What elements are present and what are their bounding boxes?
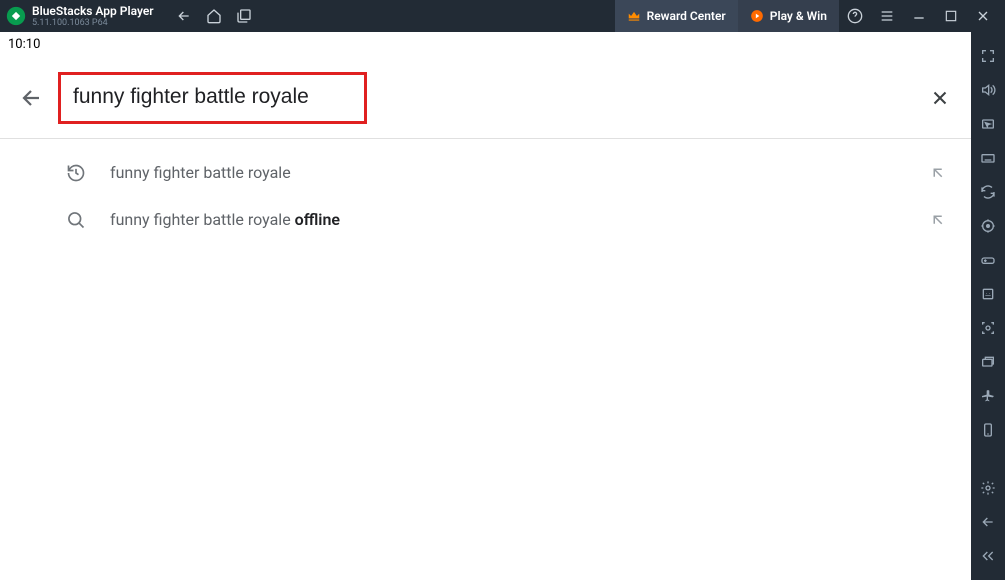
- keyboard-icon[interactable]: [971, 142, 1005, 174]
- statusbar-time: 10:10: [8, 37, 40, 52]
- android-statusbar: 10:10: [0, 32, 971, 56]
- search-icon: [66, 210, 86, 230]
- nav-home-icon[interactable]: [206, 8, 222, 24]
- maximize-icon[interactable]: [935, 0, 967, 32]
- airplane-icon[interactable]: [971, 380, 1005, 412]
- search-suggestions: funny fighter battle royale funny fighte…: [0, 139, 971, 253]
- nav-back-icon[interactable]: [176, 8, 192, 24]
- search-bar: [0, 56, 971, 139]
- minimize-icon[interactable]: [903, 0, 935, 32]
- titlebar: BlueStacks App Player 5.11.100.1063 P64 …: [0, 0, 1005, 32]
- device-icon[interactable]: [971, 414, 1005, 446]
- fill-arrow-icon[interactable]: [929, 164, 947, 182]
- reward-center-button[interactable]: Reward Center: [615, 0, 738, 32]
- collapse-back-icon[interactable]: [971, 506, 1005, 538]
- collapse-sidebar-icon[interactable]: [971, 540, 1005, 572]
- content-area: 10:10 f: [0, 32, 971, 580]
- app-version: 5.11.100.1063 P64: [32, 19, 154, 28]
- right-sidebar: [971, 32, 1005, 580]
- nav-tabs-icon[interactable]: [236, 8, 252, 24]
- search-input[interactable]: [67, 79, 354, 115]
- bluestacks-logo-icon: [6, 6, 26, 26]
- screenshot-icon[interactable]: [971, 312, 1005, 344]
- play-win-button[interactable]: Play & Win: [738, 0, 839, 32]
- settings-icon[interactable]: [971, 472, 1005, 504]
- multi-instance-icon[interactable]: [971, 346, 1005, 378]
- clear-search-button[interactable]: [921, 87, 959, 109]
- suggestion-text: funny fighter battle royale: [110, 163, 901, 182]
- gamepad-icon[interactable]: [971, 244, 1005, 276]
- search-back-button[interactable]: [18, 84, 46, 112]
- sync-icon[interactable]: [971, 176, 1005, 208]
- fullscreen-icon[interactable]: [971, 40, 1005, 72]
- search-highlight-box: [58, 72, 367, 124]
- crown-icon: [627, 9, 641, 23]
- close-icon[interactable]: [967, 0, 999, 32]
- suggestion-item[interactable]: funny fighter battle royale: [0, 149, 971, 196]
- app-title: BlueStacks App Player: [32, 5, 154, 17]
- lock-cursor-icon[interactable]: [971, 108, 1005, 140]
- playwin-label: Play & Win: [770, 9, 827, 23]
- menu-icon[interactable]: [871, 0, 903, 32]
- app-logo-group: BlueStacks App Player 5.11.100.1063 P64: [6, 5, 154, 28]
- fill-arrow-icon[interactable]: [929, 211, 947, 229]
- play-badge-icon: [750, 9, 764, 23]
- apk-icon[interactable]: [971, 278, 1005, 310]
- help-icon[interactable]: [839, 0, 871, 32]
- reward-label: Reward Center: [647, 9, 726, 23]
- suggestion-item[interactable]: funny fighter battle royale offline: [0, 196, 971, 243]
- volume-icon[interactable]: [971, 74, 1005, 106]
- history-icon: [66, 163, 86, 183]
- location-icon[interactable]: [971, 210, 1005, 242]
- suggestion-text: funny fighter battle royale offline: [110, 210, 901, 229]
